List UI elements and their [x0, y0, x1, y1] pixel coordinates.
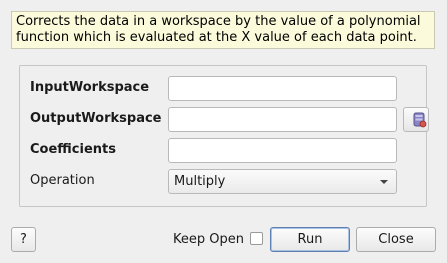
algorithm-description: Corrects the data in a workspace by the …: [11, 11, 435, 49]
operation-label: Operation: [30, 173, 95, 188]
coefficients-label: Coefficients: [30, 142, 116, 157]
close-button[interactable]: Close: [356, 227, 436, 252]
output-workspace-label: OutputWorkspace: [30, 111, 162, 126]
workspace-picker-icon: [413, 112, 427, 128]
help-button[interactable]: ?: [11, 227, 36, 252]
operation-select[interactable]: Multiply: [168, 169, 397, 194]
output-workspace-field[interactable]: [168, 107, 397, 132]
operation-selected-value: Multiply: [174, 174, 226, 189]
keep-open-label: Keep Open: [173, 232, 244, 247]
keep-open-checkbox[interactable]: [250, 232, 263, 245]
chevron-down-icon: [380, 180, 388, 184]
input-workspace-label: InputWorkspace: [30, 80, 150, 95]
workspace-picker-button[interactable]: [403, 107, 429, 132]
run-button[interactable]: Run: [270, 227, 350, 252]
coefficients-field[interactable]: [168, 138, 397, 163]
input-workspace-field[interactable]: [168, 76, 397, 101]
